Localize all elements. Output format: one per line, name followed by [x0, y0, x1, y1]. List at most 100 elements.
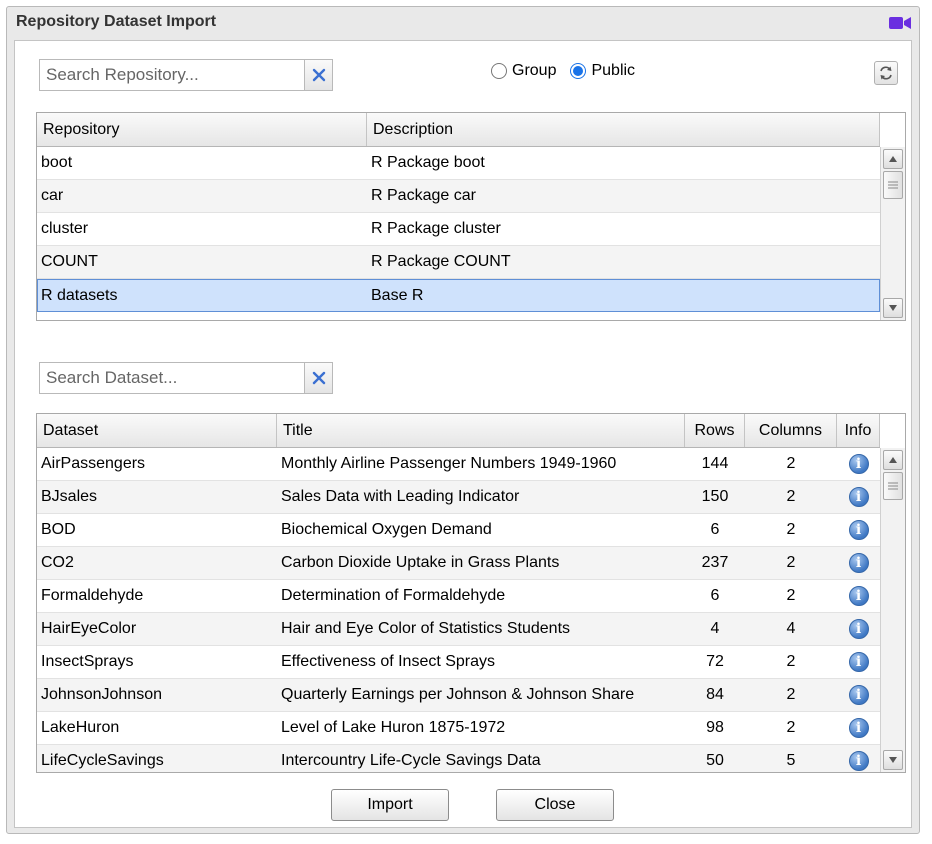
info-icon[interactable]: i [848, 619, 869, 639]
grip-icon [888, 482, 898, 490]
repository-description-cell: R Package boot [371, 154, 485, 171]
scroll-down-button[interactable] [883, 750, 903, 770]
radio-group-circle[interactable] [491, 63, 507, 79]
dataset-columns-cell: 2 [786, 554, 796, 571]
dataset-name-cell: Formaldehyde [41, 587, 144, 604]
arrow-down-icon [889, 757, 897, 763]
table-row[interactable]: Formaldehyde Determination of Formaldehyd… [37, 580, 880, 613]
table-row[interactable]: LakeHuron Level of Lake Huron 1875-1972 98… [37, 712, 880, 745]
close-button[interactable]: Close [496, 789, 614, 821]
dataset-columns-cell: 2 [786, 521, 796, 538]
table-row[interactable]: CO2 Carbon Dioxide Uptake in Grass Plants… [37, 547, 880, 580]
repository-dataset-import-dialog: Repository Dataset Import Group Publi [6, 6, 920, 834]
scroll-thumb[interactable] [883, 171, 903, 199]
column-header-dataset[interactable]: Dataset [37, 414, 277, 447]
grip-icon [888, 181, 898, 189]
dataset-columns-cell: 2 [786, 488, 796, 505]
table-row[interactable]: AirPassengers Monthly Airline Passenger N… [37, 448, 880, 481]
dataset-title-cell: Determination of Formaldehyde [281, 587, 506, 604]
dataset-search-input[interactable] [40, 363, 304, 393]
dataset-columns-cell: 2 [786, 719, 796, 736]
column-header-repository[interactable]: Repository [37, 113, 367, 146]
dataset-title-cell: Intercountry Life-Cycle Savings Data [281, 752, 541, 769]
info-icon[interactable]: i [848, 685, 869, 705]
repository-search-input[interactable] [40, 60, 304, 90]
dataset-name-cell: InsectSprays [41, 653, 134, 670]
repository-search-clear-button[interactable] [304, 60, 332, 90]
dataset-rows-cell: 84 [706, 686, 724, 703]
repository-name-cell: cluster [41, 220, 89, 237]
dataset-rows-cell: 6 [710, 587, 720, 604]
radio-group-label: Group [512, 62, 557, 79]
repository-table-scrollbar[interactable] [880, 147, 905, 320]
table-row[interactable]: car R Package car [37, 180, 880, 213]
import-button[interactable]: Import [331, 789, 449, 821]
dataset-info-cell: i [837, 547, 880, 579]
dataset-name-cell: HairEyeColor [41, 620, 137, 637]
info-icon[interactable]: i [848, 553, 869, 573]
column-header-title[interactable]: Title [277, 414, 685, 447]
dataset-info-cell: i [837, 514, 880, 546]
dataset-title-cell: Effectiveness of Insect Sprays [281, 653, 496, 670]
dataset-name-cell: AirPassengers [41, 455, 146, 472]
table-row[interactable]: BOD Biochemical Oxygen Demand 6 2 i [37, 514, 880, 547]
radio-public-label: Public [591, 62, 636, 79]
scroll-thumb[interactable] [883, 472, 903, 500]
dataset-info-cell: i [837, 613, 880, 645]
dataset-title-cell: Quarterly Earnings per Johnson & Johnson… [281, 686, 635, 703]
dataset-info-cell: i [837, 646, 880, 678]
info-icon[interactable]: i [848, 454, 869, 474]
table-row[interactable]: cluster R Package cluster [37, 213, 880, 246]
column-header-description[interactable]: Description [367, 113, 880, 146]
dataset-info-cell: i [837, 745, 880, 772]
scroll-up-button[interactable] [883, 149, 903, 169]
dataset-table: Dataset Title Rows Columns Info AirPasse… [36, 413, 906, 773]
dataset-search-box [39, 362, 333, 394]
table-row[interactable]: BJsales Sales Data with Leading Indicator… [37, 481, 880, 514]
video-camera-icon[interactable] [889, 16, 911, 30]
info-icon[interactable]: i [848, 751, 869, 771]
arrow-down-icon [889, 305, 897, 311]
radio-public-circle[interactable] [570, 63, 587, 79]
info-icon[interactable]: i [848, 718, 869, 738]
info-icon[interactable]: i [848, 487, 869, 507]
table-row-selected[interactable]: R datasets Base R [37, 279, 880, 312]
table-row[interactable]: HairEyeColor Hair and Eye Color of Statis… [37, 613, 880, 646]
dataset-columns-cell: 5 [786, 752, 796, 769]
dataset-name-cell: BOD [41, 521, 76, 538]
column-header-columns[interactable]: Columns [745, 414, 837, 447]
dataset-columns-cell: 4 [786, 620, 796, 637]
scroll-up-button[interactable] [883, 450, 903, 470]
dataset-columns-cell: 2 [786, 455, 796, 472]
radio-group-option[interactable]: Group [491, 62, 556, 80]
dataset-rows-cell: 50 [706, 752, 724, 769]
dataset-name-cell: BJsales [41, 488, 98, 505]
refresh-button[interactable] [874, 61, 898, 85]
column-header-info[interactable]: Info [837, 414, 880, 447]
dataset-rows-cell: 237 [701, 554, 729, 571]
table-row[interactable]: JohnsonJohnson Quarterly Earnings per Joh… [37, 679, 880, 712]
info-icon[interactable]: i [848, 586, 869, 606]
scroll-down-button[interactable] [883, 298, 903, 318]
repository-description-cell: R Package car [371, 187, 476, 204]
dataset-title-cell: Hair and Eye Color of Statistics Student… [281, 620, 571, 637]
table-row[interactable]: boot R Package boot [37, 147, 880, 180]
repository-search-box [39, 59, 333, 91]
table-row[interactable]: LifeCycleSavings Intercountry Life-Cycle … [37, 745, 880, 772]
repository-description-cell: R Package COUNT [371, 253, 511, 270]
info-icon[interactable]: i [848, 520, 869, 540]
column-header-rows[interactable]: Rows [685, 414, 745, 447]
table-row[interactable]: COUNT R Package COUNT [37, 246, 880, 279]
info-icon[interactable]: i [848, 652, 869, 672]
dataset-table-header: Dataset Title Rows Columns Info [37, 414, 880, 448]
table-row[interactable]: InsectSprays Effectiveness of Insect Spra… [37, 646, 880, 679]
dataset-rows-cell: 4 [710, 620, 720, 637]
dataset-title-cell: Biochemical Oxygen Demand [281, 521, 492, 538]
radio-public-option[interactable]: Public [570, 62, 635, 80]
dataset-info-cell: i [837, 481, 880, 513]
dialog-content: Group Public Repository Description [14, 40, 912, 828]
dataset-table-scrollbar[interactable] [880, 448, 905, 772]
repository-description-cell: Base R [371, 287, 424, 304]
arrow-up-icon [889, 457, 897, 463]
dataset-search-clear-button[interactable] [304, 363, 332, 393]
